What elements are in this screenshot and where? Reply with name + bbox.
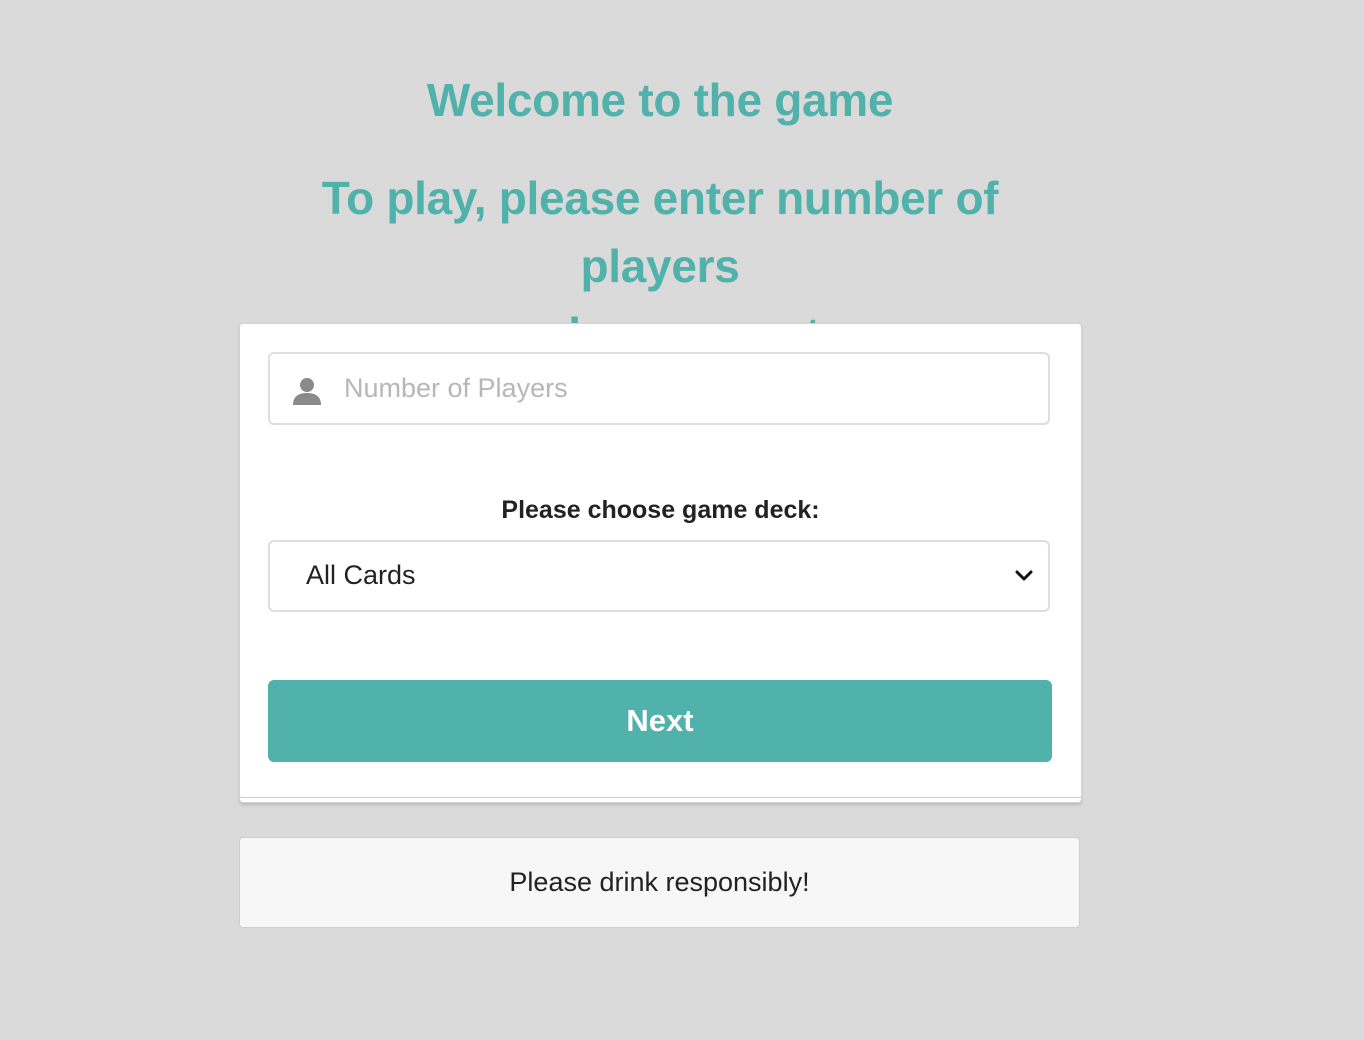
number-of-players-input[interactable]	[344, 354, 1034, 423]
deck-select-value: All Cards	[306, 560, 416, 590]
deck-label: Please choose game deck:	[501, 496, 820, 524]
page-title: Welcome to the game	[426, 74, 894, 126]
next-button[interactable]: Next	[268, 680, 1052, 762]
chevron-down-icon	[1015, 570, 1033, 581]
page: Welcome to the game To play, please ente…	[0, 0, 1364, 1040]
responsibility-notice: Please drink responsibly!	[239, 837, 1080, 928]
deck-select[interactable]: All Cards	[268, 540, 1050, 612]
card-bottom-edge	[239, 797, 1082, 803]
setup-card: Please choose game deck: All Cards Next	[239, 323, 1082, 799]
user-icon	[293, 378, 321, 405]
subtitle-line-1: To play, please enter number of players	[321, 172, 999, 292]
players-input-wrapper[interactable]	[268, 352, 1050, 425]
